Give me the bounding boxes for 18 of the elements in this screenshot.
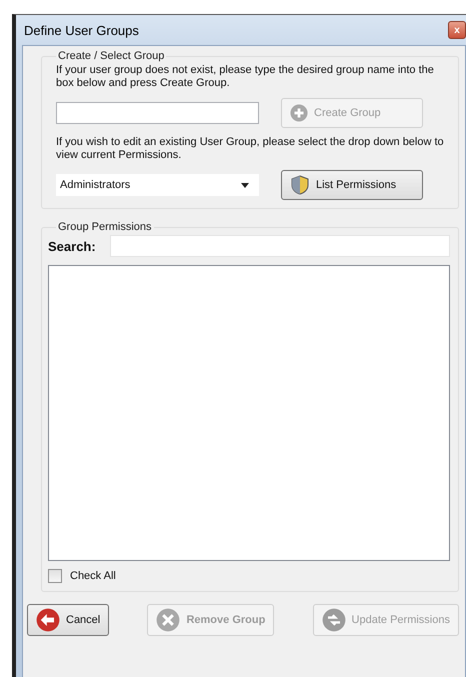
dropdown-caret-icon — [241, 182, 249, 188]
instructions-text: If you wish to edit an existing User Group, please select the drop down below to view current Permissions. — [56, 136, 445, 162]
instructions-text: If your user group does not exist, please type the desired group name into the box below and press Create Group. — [56, 64, 435, 90]
search-field[interactable] — [110, 235, 450, 257]
search-label: Search: — [48, 238, 96, 254]
cancel-button[interactable]: Cancel — [27, 604, 110, 636]
check-all-checkbox[interactable]: Check All — [48, 569, 450, 583]
window-title: Define User Groups — [24, 22, 139, 38]
group-dropdown[interactable]: Administrators — [56, 174, 259, 196]
close-icon — [156, 608, 180, 632]
plus-icon — [290, 104, 308, 122]
group-name-field[interactable] — [56, 102, 259, 124]
swap-arrows-icon — [322, 608, 346, 632]
group-box-title: Create / Select Group — [57, 50, 166, 62]
shield-icon — [290, 175, 310, 195]
list-permissions-button[interactable]: List Permissions — [281, 170, 423, 200]
checkbox[interactable] — [48, 569, 62, 583]
group-box-title: Group Permissions — [57, 221, 153, 233]
